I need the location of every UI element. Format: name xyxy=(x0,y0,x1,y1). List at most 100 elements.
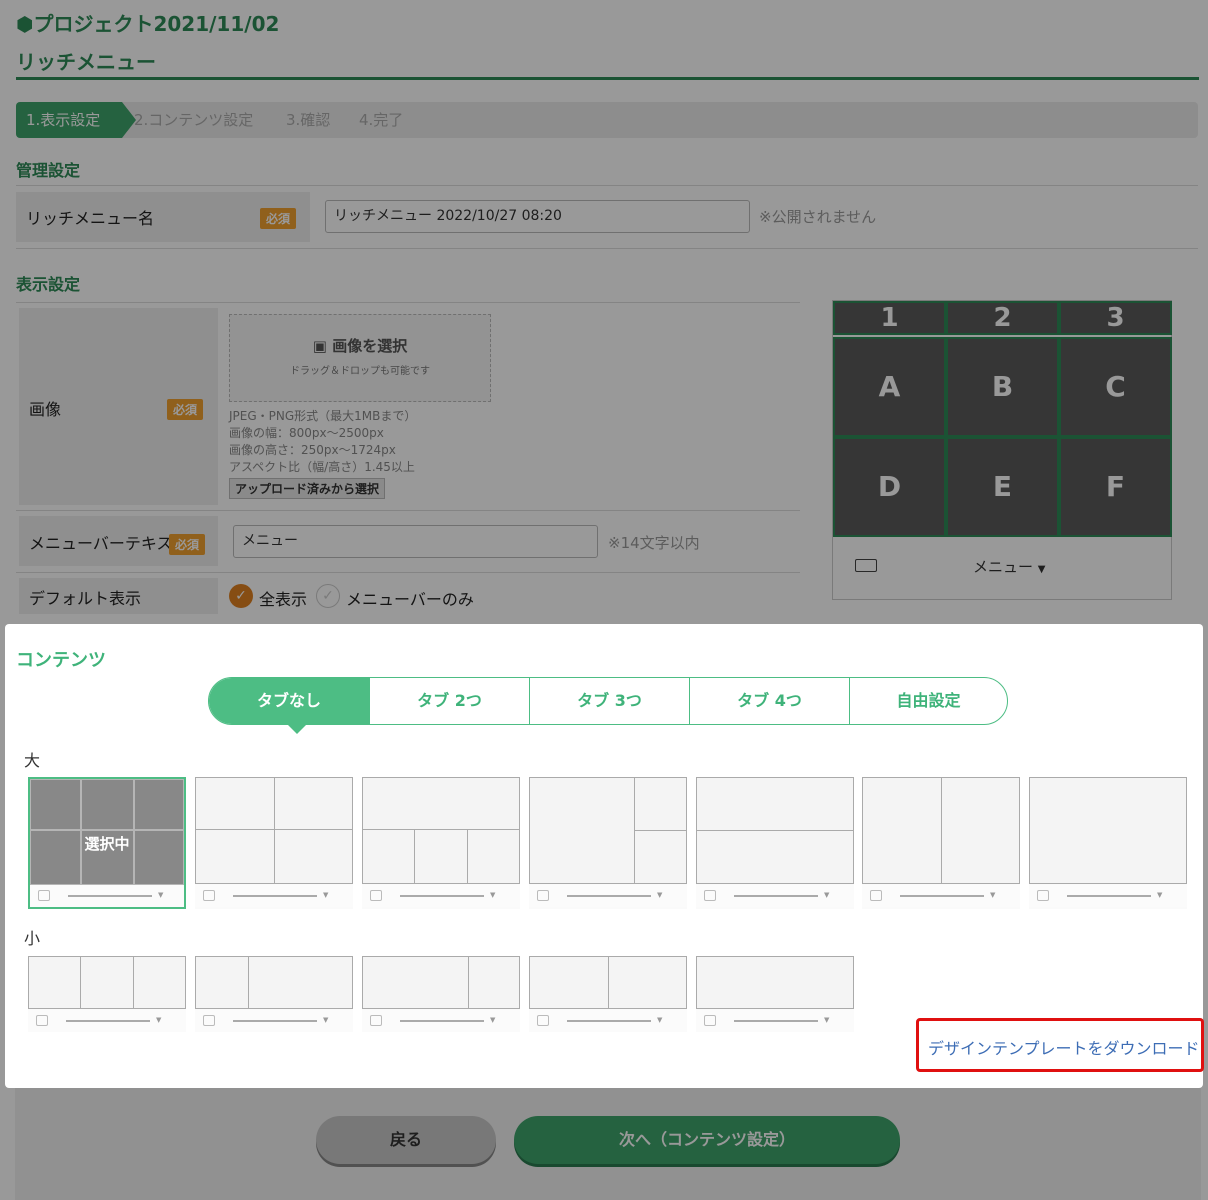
content-modal: コンテンツ タブなし タブ 2つ タブ 3つ タブ 4つ 自由設定 大 選択中 … xyxy=(5,624,1204,1088)
template-cell xyxy=(362,777,520,830)
template-cell xyxy=(634,777,687,831)
template-cell xyxy=(941,777,1020,884)
template-menubar: ▼ xyxy=(28,885,186,909)
tab-two[interactable]: タブ 2つ xyxy=(369,678,529,724)
small-label: 小 xyxy=(24,929,41,948)
template-cell xyxy=(274,777,353,830)
template-cell xyxy=(195,829,275,884)
template-cell xyxy=(81,779,134,830)
template-menubar: ▼ xyxy=(1029,885,1187,907)
template-cell xyxy=(133,956,186,1009)
template-cell xyxy=(529,956,609,1009)
template-cell xyxy=(468,956,520,1009)
selected-label: 選択中 xyxy=(84,835,130,853)
active-tab-caret xyxy=(287,724,307,734)
template-bar-line xyxy=(1067,895,1151,897)
template-large-1-3[interactable]: ▼ xyxy=(362,777,520,909)
template-bar-line xyxy=(233,1020,317,1022)
template-cell xyxy=(467,829,520,884)
tab-selector: タブなし タブ 2つ タブ 3つ タブ 4つ 自由設定 xyxy=(208,677,1008,734)
template-cell xyxy=(696,830,854,884)
template-cell xyxy=(274,829,353,884)
template-bar-line xyxy=(567,1020,651,1022)
caret-down-icon: ▼ xyxy=(490,1016,496,1024)
template-large-6[interactable]: 選択中 ▼ xyxy=(28,777,186,909)
keyboard-icon xyxy=(370,890,382,901)
caret-down-icon: ▼ xyxy=(657,891,663,899)
template-large-2-cols[interactable]: ▼ xyxy=(862,777,1020,909)
template-small-2[interactable]: ▼ xyxy=(529,956,687,1032)
template-menubar: ▼ xyxy=(862,885,1020,907)
tab-free[interactable]: 自由設定 xyxy=(849,678,1007,724)
template-cell xyxy=(195,956,249,1009)
template-cell xyxy=(362,956,469,1009)
template-menubar: ▼ xyxy=(28,1010,186,1032)
template-cell xyxy=(608,956,687,1009)
tab-four[interactable]: タブ 4つ xyxy=(689,678,849,724)
template-small-1[interactable]: ▼ xyxy=(696,956,854,1032)
template-large-1[interactable]: ▼ xyxy=(1029,777,1187,909)
template-small-3[interactable]: ▼ xyxy=(28,956,186,1032)
template-bar-line xyxy=(567,895,651,897)
template-cell xyxy=(414,829,468,884)
template-cell xyxy=(862,777,942,884)
large-label: 大 xyxy=(24,751,41,770)
template-bar-line xyxy=(734,895,818,897)
caret-down-icon: ▼ xyxy=(156,1016,162,1024)
template-bar-line xyxy=(66,1020,150,1022)
template-cell xyxy=(195,777,275,830)
template-bar-line xyxy=(400,1020,484,1022)
download-template-link[interactable]: デザインテンプレートをダウンロード xyxy=(928,1035,1200,1059)
template-grid xyxy=(696,956,854,1009)
template-small-1-2[interactable]: ▼ xyxy=(195,956,353,1032)
template-cell xyxy=(634,830,687,884)
template-menubar: ▼ xyxy=(362,1010,520,1032)
tab-three[interactable]: タブ 3つ xyxy=(529,678,689,724)
template-cell xyxy=(80,956,134,1009)
template-menubar: ▼ xyxy=(696,885,854,907)
tab-none[interactable]: タブなし xyxy=(209,678,369,724)
keyboard-icon xyxy=(537,1015,549,1026)
template-menubar: ▼ xyxy=(529,885,687,907)
caret-down-icon: ▼ xyxy=(1157,891,1163,899)
modal-heading: コンテンツ xyxy=(16,650,106,671)
caret-down-icon: ▼ xyxy=(824,891,830,899)
template-large-4[interactable]: ▼ xyxy=(195,777,353,909)
template-cell xyxy=(362,829,415,884)
keyboard-icon xyxy=(704,1015,716,1026)
keyboard-icon xyxy=(370,1015,382,1026)
download-highlight: デザインテンプレートをダウンロード xyxy=(916,1018,1204,1072)
template-small-2-1[interactable]: ▼ xyxy=(362,956,520,1032)
caret-down-icon: ▼ xyxy=(323,891,329,899)
caret-down-icon: ▼ xyxy=(990,891,996,899)
template-menubar: ▼ xyxy=(696,1010,854,1032)
template-large-1-2[interactable]: ▼ xyxy=(529,777,687,909)
template-cell xyxy=(248,956,353,1009)
keyboard-icon xyxy=(704,890,716,901)
template-menubar: ▼ xyxy=(362,885,520,907)
template-menubar: ▼ xyxy=(195,885,353,907)
template-cell xyxy=(134,779,184,830)
template-cell xyxy=(28,956,81,1009)
caret-down-icon: ▼ xyxy=(158,891,164,899)
template-grid xyxy=(1029,777,1187,884)
keyboard-icon xyxy=(36,1015,48,1026)
keyboard-icon xyxy=(203,890,215,901)
template-menubar: ▼ xyxy=(195,1010,353,1032)
caret-down-icon: ▼ xyxy=(323,1016,329,1024)
template-cell xyxy=(529,777,635,884)
keyboard-icon xyxy=(870,890,882,901)
template-bar-line xyxy=(900,895,984,897)
caret-down-icon: ▼ xyxy=(490,891,496,899)
keyboard-icon xyxy=(38,890,50,901)
template-menubar: ▼ xyxy=(529,1010,687,1032)
template-large-2-rows[interactable]: ▼ xyxy=(696,777,854,909)
keyboard-icon xyxy=(203,1015,215,1026)
template-bar-line xyxy=(734,1020,818,1022)
template-bar-line xyxy=(233,895,317,897)
template-bar-line xyxy=(400,895,484,897)
template-cell xyxy=(30,779,81,830)
keyboard-icon xyxy=(1037,890,1049,901)
template-cell xyxy=(696,777,854,831)
caret-down-icon: ▼ xyxy=(657,1016,663,1024)
